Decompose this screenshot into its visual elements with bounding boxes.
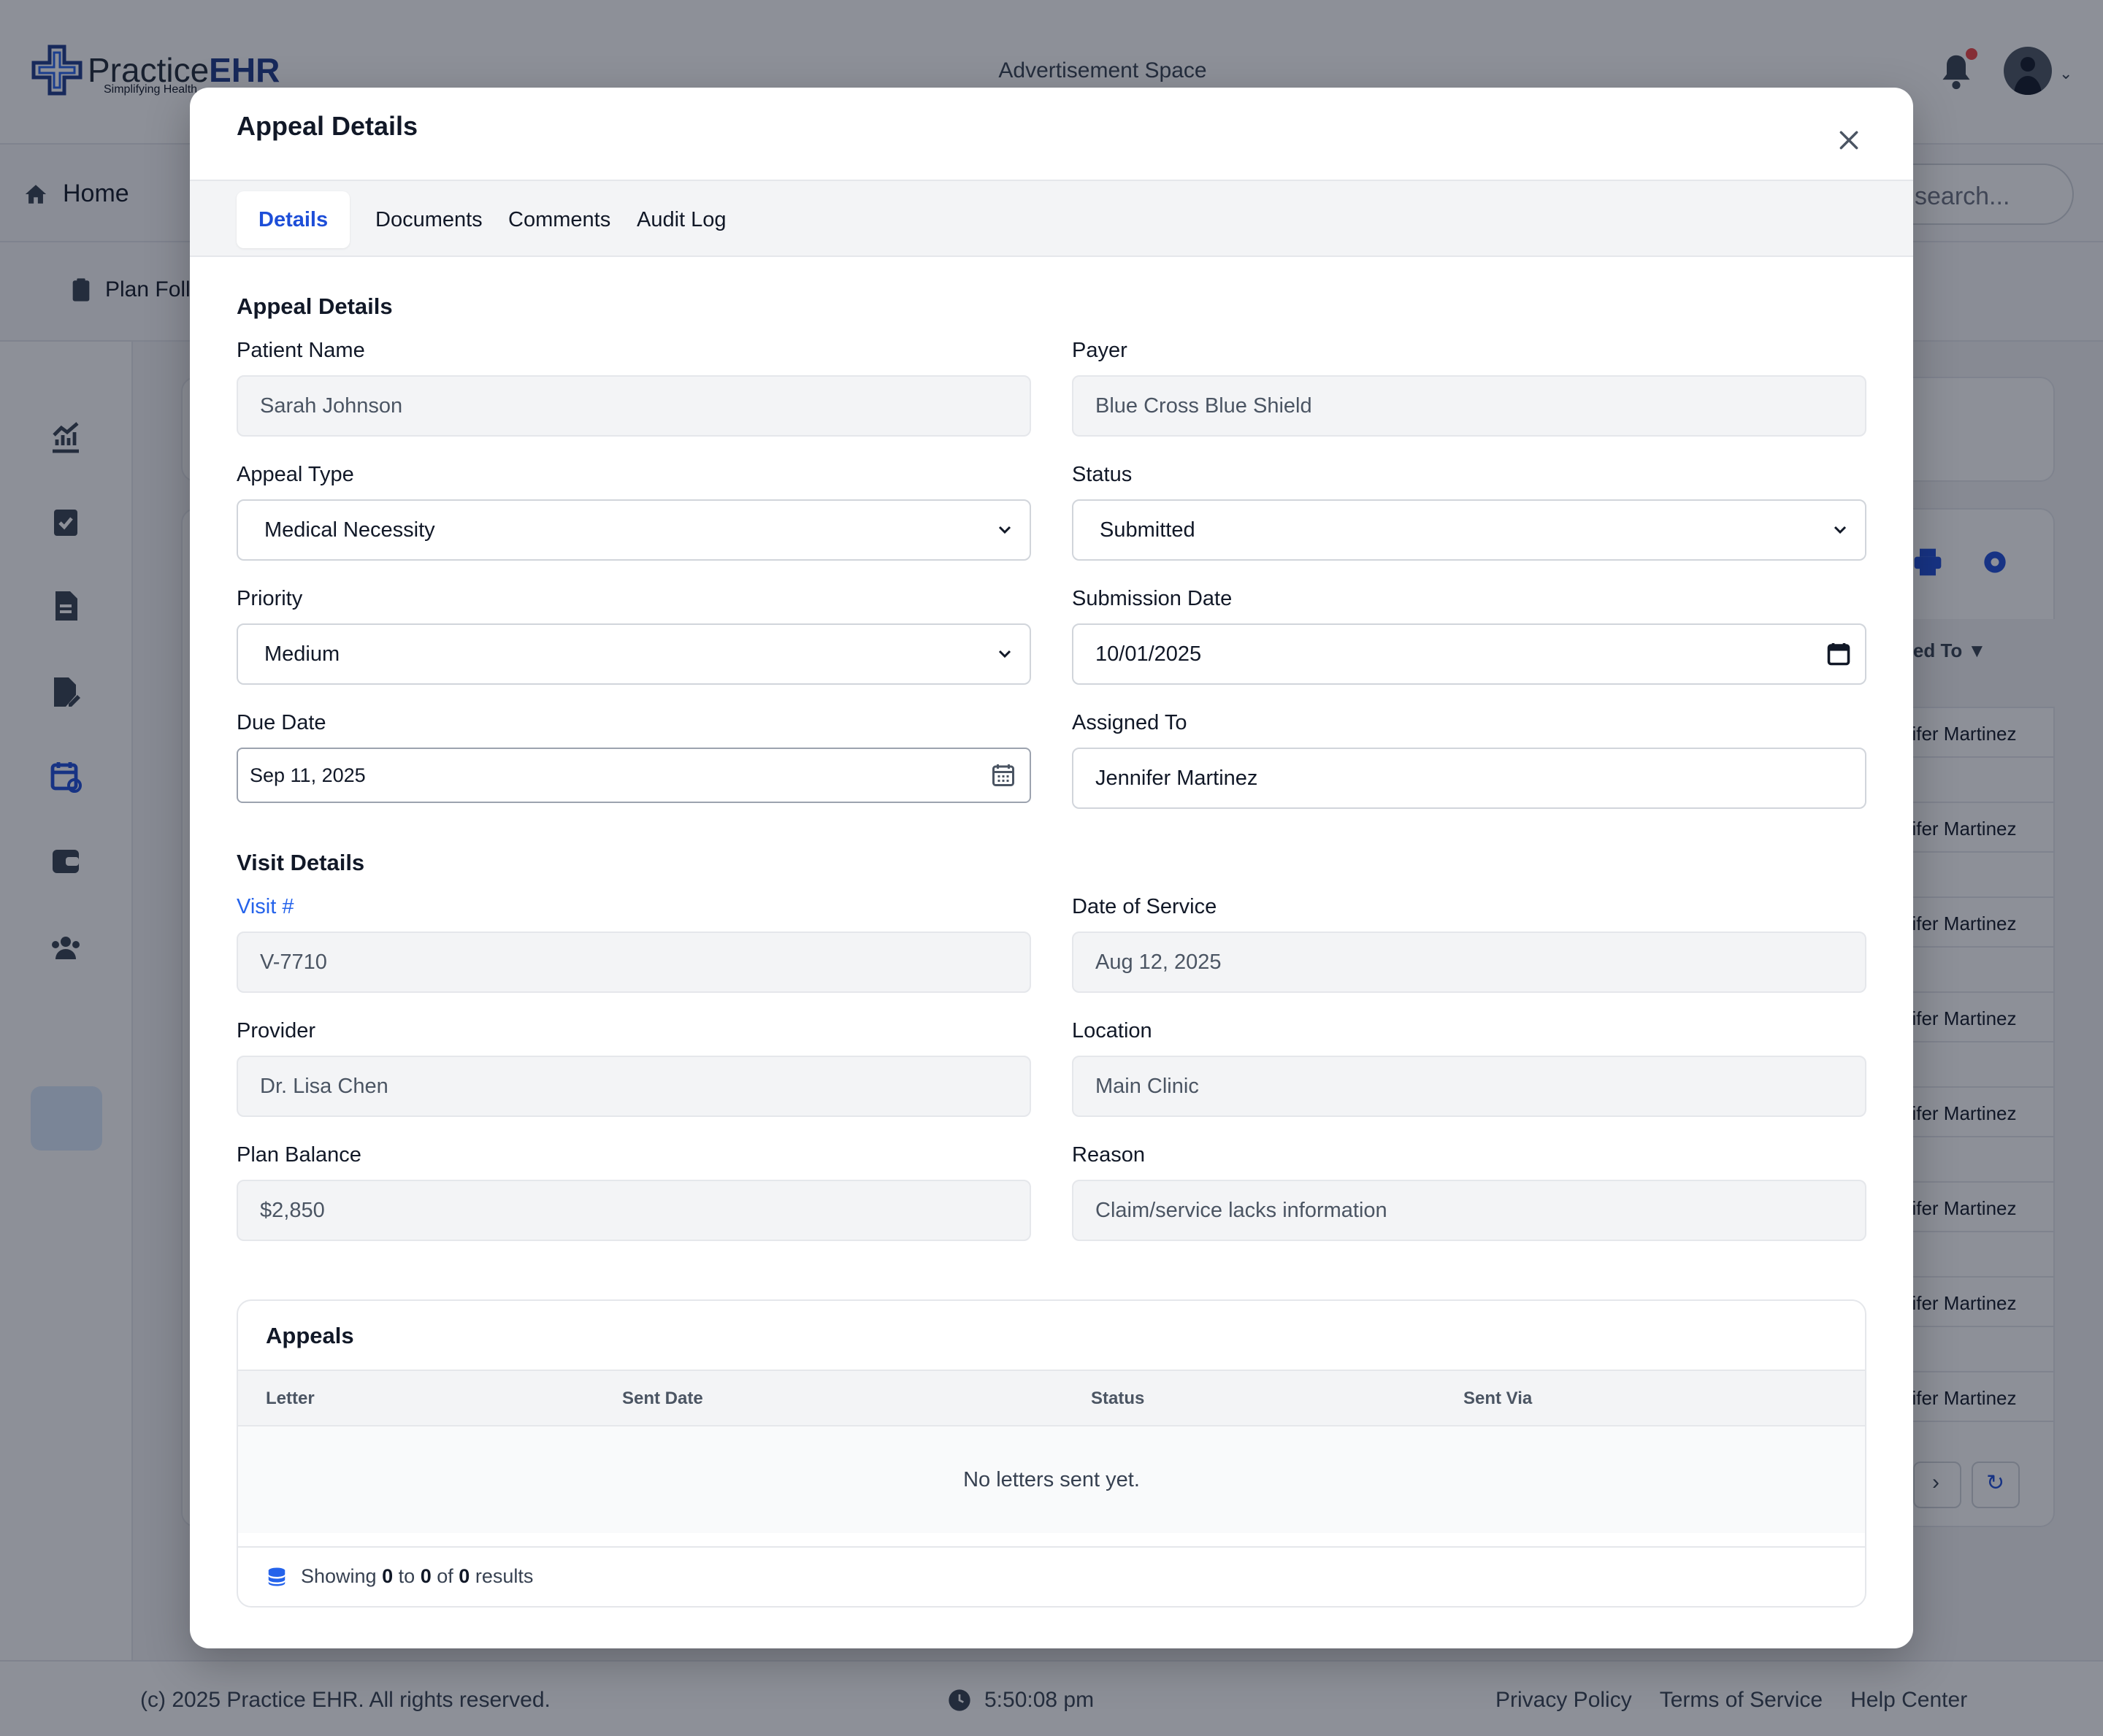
date-of-service-label: Date of Service [1072, 895, 1217, 918]
appeals-table-header: Letter Sent Date Status Sent Via [238, 1370, 1865, 1426]
close-button[interactable] [1826, 117, 1872, 164]
provider-field: Dr. Lisa Chen [237, 1056, 1031, 1117]
priority-label: Priority [237, 587, 303, 610]
database-icon [268, 1567, 286, 1586]
payer-field: Blue Cross Blue Shield [1072, 375, 1866, 437]
plan-balance-label: Plan Balance [237, 1143, 361, 1167]
chevron-down-icon [1834, 526, 1847, 534]
tab-bar: Details Documents Comments Audit Log [190, 181, 1913, 257]
column-header-sent-via[interactable]: Sent Via [1463, 1389, 1532, 1409]
appeals-panel: Appeals Letter Sent Date Status Sent Via… [237, 1299, 1866, 1608]
status-select[interactable]: Submitted [1072, 499, 1866, 561]
appeals-title: Appeals [266, 1323, 354, 1348]
visit-number-label-link[interactable]: Visit # [237, 895, 294, 919]
tab-comments[interactable]: Comments [486, 191, 632, 248]
submission-date-input[interactable]: 10/01/2025 [1072, 623, 1866, 685]
chevron-down-icon [998, 526, 1011, 534]
section-title-visit-details: Visit Details [237, 850, 365, 875]
close-icon [1839, 131, 1858, 150]
calendar-icon[interactable] [1826, 641, 1852, 667]
tab-details[interactable]: Details [237, 191, 350, 248]
reason-field: Claim/service lacks information [1072, 1180, 1866, 1241]
plan-balance-field: $2,850 [237, 1180, 1031, 1241]
modal-title: Appeal Details [237, 111, 418, 141]
modal-header: Appeal Details [190, 88, 1913, 181]
priority-value: Medium [264, 642, 340, 666]
column-header-status[interactable]: Status [1091, 1389, 1144, 1409]
appeal-type-value: Medical Necessity [264, 518, 435, 542]
section-title-appeal-details: Appeal Details [237, 293, 393, 319]
column-header-sent-date[interactable]: Sent Date [622, 1389, 703, 1409]
payer-label: Payer [1072, 339, 1127, 362]
appeals-empty-state: No letters sent yet. [238, 1426, 1865, 1533]
calendar-icon[interactable] [990, 762, 1016, 788]
date-of-service-field: Aug 12, 2025 [1072, 932, 1866, 993]
appeal-type-select[interactable]: Medical Necessity [237, 499, 1031, 561]
due-date-input[interactable]: Sep 11, 2025 [237, 748, 1031, 803]
assigned-to-input[interactable]: Jennifer Martinez [1072, 748, 1866, 809]
visit-number-field: V-7710 [237, 932, 1031, 993]
tab-audit-log[interactable]: Audit Log [615, 191, 748, 248]
submission-date-label: Submission Date [1072, 587, 1233, 610]
location-field: Main Clinic [1072, 1056, 1866, 1117]
location-label: Location [1072, 1019, 1152, 1042]
status-value: Submitted [1100, 518, 1195, 542]
status-label: Status [1072, 463, 1133, 486]
submission-date-value: 10/01/2025 [1095, 642, 1202, 666]
results-summary: Showing 0 to 0 of 0 results [301, 1565, 534, 1587]
priority-select[interactable]: Medium [237, 623, 1031, 685]
tab-documents[interactable]: Documents [353, 191, 505, 248]
column-header-letter[interactable]: Letter [266, 1389, 315, 1409]
due-date-label: Due Date [237, 711, 326, 734]
chevron-down-icon [998, 650, 1011, 658]
appeal-details-modal: Appeal Details Details Documents Comment… [190, 88, 1913, 1648]
appeal-type-label: Appeal Type [237, 463, 354, 486]
provider-label: Provider [237, 1019, 315, 1042]
patient-name-label: Patient Name [237, 339, 365, 362]
assigned-to-label: Assigned To [1072, 711, 1187, 734]
reason-label: Reason [1072, 1143, 1145, 1167]
due-date-value: Sep 11, 2025 [250, 764, 366, 786]
patient-name-field: Sarah Johnson [237, 375, 1031, 437]
appeals-pagination-summary: Showing 0 to 0 of 0 results [238, 1546, 1865, 1606]
